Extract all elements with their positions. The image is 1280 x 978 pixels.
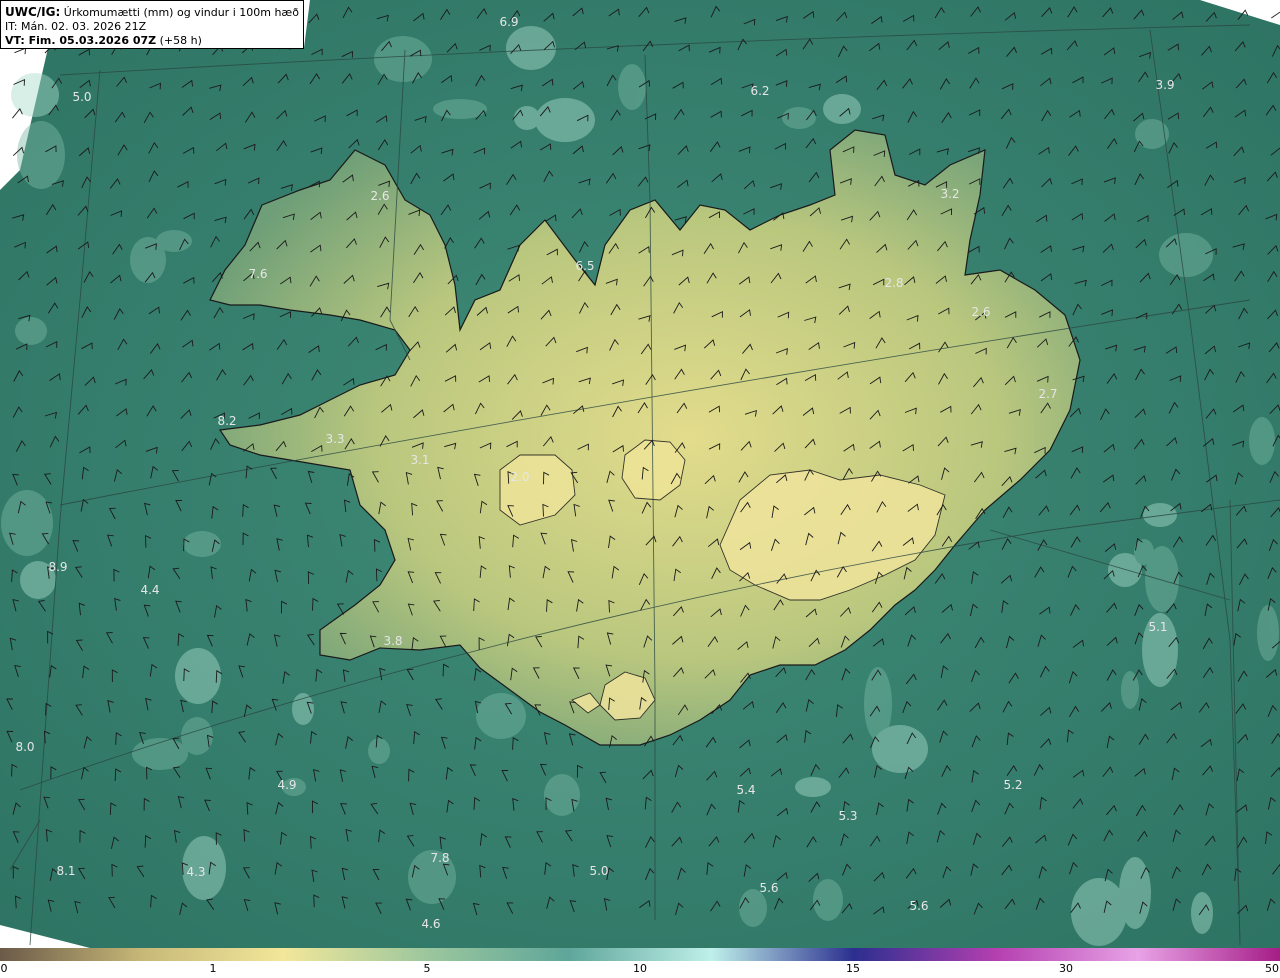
value-label: 4.6 bbox=[421, 917, 440, 931]
precip-patch bbox=[544, 774, 580, 816]
colorbar-tick-label: 15 bbox=[846, 962, 860, 975]
precip-patch bbox=[156, 230, 192, 252]
precip-patch bbox=[1159, 233, 1213, 277]
precip-patch bbox=[1143, 503, 1177, 527]
value-label: 6.2 bbox=[750, 84, 769, 98]
colorbar-tick-label: 5 bbox=[423, 962, 431, 975]
precipitation-wind-map: 6.9 5.0 6.2 3.9 3.2 2.6 6.5 2.8 7.6 2.6 2.7 8.2 3.3 3… bbox=[0, 0, 1280, 948]
colorbar-tick-label: 10 bbox=[633, 962, 647, 975]
value-label: 8.9 bbox=[48, 560, 67, 574]
precip-patch bbox=[368, 738, 390, 764]
value-label: 8.0 bbox=[15, 740, 34, 754]
model-name: UWC/IG: bbox=[5, 5, 61, 19]
value-label: 2.6 bbox=[370, 189, 389, 203]
precip-patch bbox=[1257, 605, 1279, 661]
value-label: 3.1 bbox=[410, 453, 429, 467]
value-label: 2.6 bbox=[971, 305, 990, 319]
colorbar-tick-label: 30 bbox=[1059, 962, 1073, 975]
value-label: 2.7 bbox=[1038, 387, 1057, 401]
precip-patch bbox=[1249, 417, 1275, 465]
precip-patch bbox=[1071, 878, 1127, 946]
value-label: 6.9 bbox=[499, 15, 518, 29]
colorbar: 0 1 5 10 15 30 50 bbox=[0, 948, 1280, 978]
colorbar-tick-label: 0 bbox=[0, 962, 8, 975]
precip-patch bbox=[1121, 671, 1139, 709]
value-label: 5.4 bbox=[736, 783, 755, 797]
precip-patch bbox=[535, 98, 595, 142]
precip-patch bbox=[374, 36, 432, 82]
value-label: 5.3 bbox=[838, 809, 857, 823]
colorbar-tick-label: 50 bbox=[1265, 962, 1279, 975]
value-label: 7.8 bbox=[430, 851, 449, 865]
value-label: 6.5 bbox=[575, 259, 594, 273]
value-label: 7.6 bbox=[248, 267, 267, 281]
precip-patch bbox=[506, 26, 556, 70]
map-title-box: UWC/IG: Úrkomumætti (mm) og vindur i 100… bbox=[0, 0, 304, 49]
value-label: 5.6 bbox=[759, 881, 778, 895]
precip-patch bbox=[1191, 892, 1213, 934]
value-label: 3.2 bbox=[940, 187, 959, 201]
colorbar-tick-label: 1 bbox=[209, 962, 217, 975]
precip-patch bbox=[175, 648, 221, 704]
value-label: 5.0 bbox=[589, 864, 608, 878]
precip-patch bbox=[292, 693, 314, 725]
precip-patch bbox=[476, 693, 526, 739]
precip-patch bbox=[618, 64, 646, 110]
init-time: IT: Mán. 02. 03. 2026 21Z bbox=[5, 20, 147, 33]
value-label: 5.0 bbox=[72, 90, 91, 104]
value-label: 4.4 bbox=[140, 583, 159, 597]
precip-patch bbox=[514, 106, 540, 130]
value-label: 3.3 bbox=[325, 432, 344, 446]
lead-time: (+58 h) bbox=[159, 34, 202, 47]
precip-patch bbox=[183, 531, 221, 557]
precip-patch bbox=[782, 107, 816, 129]
value-label: 3.8 bbox=[383, 634, 402, 648]
precip-patch bbox=[795, 777, 831, 797]
value-label: 5.2 bbox=[1003, 778, 1022, 792]
map-title: Úrkomumætti (mm) og vindur i 100m hæð bbox=[63, 6, 299, 19]
precip-patch bbox=[823, 94, 861, 124]
value-label: 3.9 bbox=[1155, 78, 1174, 92]
value-label: 2.0 bbox=[510, 470, 529, 484]
valid-time: VT: Fim. 05.03.2026 07Z bbox=[5, 34, 157, 47]
value-label: 5.6 bbox=[909, 899, 928, 913]
precip-patch bbox=[15, 317, 47, 345]
value-label: 2.8 bbox=[884, 276, 903, 290]
value-label: 4.9 bbox=[277, 778, 296, 792]
colorbar-scale bbox=[0, 948, 1280, 961]
value-label: 8.1 bbox=[56, 864, 75, 878]
value-label: 5.1 bbox=[1148, 620, 1167, 634]
value-label: 4.3 bbox=[186, 865, 205, 879]
precip-patch bbox=[872, 725, 928, 773]
precip-patch bbox=[1, 490, 53, 556]
value-label: 8.2 bbox=[217, 414, 236, 428]
